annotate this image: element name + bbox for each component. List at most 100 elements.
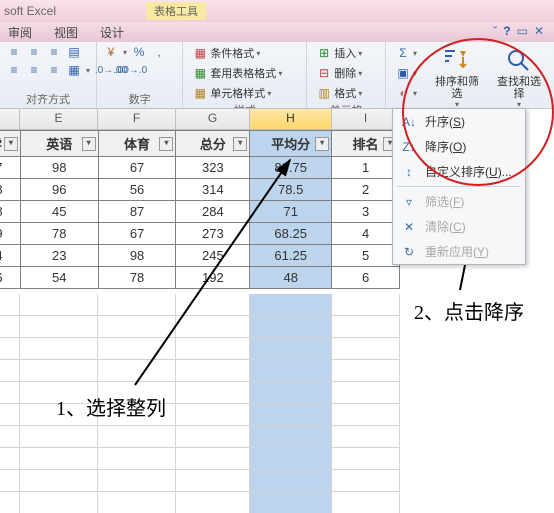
cell[interactable]: 284 xyxy=(176,201,250,223)
empty-cell[interactable] xyxy=(0,404,20,426)
cell[interactable]: 78.5 xyxy=(250,179,332,201)
cell[interactable]: 56 xyxy=(98,179,176,201)
empty-cell[interactable] xyxy=(98,426,176,448)
data-table[interactable]: 学▾英语▾体育▾总分▾平均分▾排名▾87986732380.7519896563… xyxy=(0,130,400,289)
empty-cell[interactable] xyxy=(98,294,176,316)
cell[interactable]: 87 xyxy=(0,157,20,179)
empty-cell[interactable] xyxy=(98,338,176,360)
empty-cell[interactable] xyxy=(250,316,332,338)
table-format-button[interactable]: ▦ 套用表格格式▾ xyxy=(189,64,300,82)
align-middle-icon[interactable]: ≡ xyxy=(26,44,42,60)
empty-cell[interactable] xyxy=(250,360,332,382)
empty-cell[interactable] xyxy=(98,448,176,470)
window-restore-icon[interactable]: ▭ xyxy=(517,24,528,38)
empty-cell[interactable] xyxy=(250,470,332,492)
column-header-i[interactable]: I xyxy=(332,109,400,129)
cell[interactable]: 245 xyxy=(176,245,250,267)
cell[interactable]: 34 xyxy=(0,245,20,267)
filter-dropdown-icon[interactable]: ▾ xyxy=(315,137,329,151)
spreadsheet[interactable]: DEFGHI 学▾英语▾体育▾总分▾平均分▾排名▾87986732380.751… xyxy=(0,108,400,289)
cell[interactable]: 68.25 xyxy=(250,223,332,245)
table-row[interactable]: 34239824561.255 xyxy=(0,245,400,267)
align-center-icon[interactable]: ≡ xyxy=(26,62,42,78)
empty-cell[interactable] xyxy=(176,294,250,316)
cell[interactable]: 98 xyxy=(98,245,176,267)
table-row[interactable]: 784587284713 xyxy=(0,201,400,223)
cell[interactable]: 67 xyxy=(98,223,176,245)
empty-cell[interactable] xyxy=(176,492,250,513)
menu-reapply[interactable]: ↻ 重新应用(Y) xyxy=(393,239,525,264)
filter-dropdown-icon[interactable]: ▾ xyxy=(82,137,96,151)
empty-cell[interactable] xyxy=(250,492,332,513)
tab-view[interactable]: 视图 xyxy=(54,24,78,41)
empty-cell[interactable] xyxy=(176,470,250,492)
cell[interactable]: 78 xyxy=(98,267,176,289)
menu-sort-asc[interactable]: A↓ 升序(S) xyxy=(393,109,525,134)
find-select-button[interactable]: 查找和选择 ▾ xyxy=(490,44,548,109)
empty-cell[interactable] xyxy=(332,382,400,404)
empty-cell[interactable] xyxy=(332,470,400,492)
column-header-d[interactable]: D xyxy=(0,109,20,129)
empty-cell[interactable] xyxy=(20,316,98,338)
empty-cell[interactable] xyxy=(332,448,400,470)
filter-dropdown-icon[interactable]: ▾ xyxy=(4,137,18,151)
cell[interactable]: 5 xyxy=(332,245,400,267)
empty-cell[interactable] xyxy=(250,294,332,316)
minimize-ribbon-icon[interactable]: ˇ xyxy=(493,24,497,38)
empty-cell[interactable] xyxy=(332,426,400,448)
cell[interactable]: 4 xyxy=(332,223,400,245)
menu-sort-custom[interactable]: ↕ 自定义排序(U)... xyxy=(393,159,525,184)
cell[interactable]: 6 xyxy=(332,267,400,289)
table-row[interactable]: 865478192486 xyxy=(0,267,400,289)
header-cell[interactable]: 英语▾ xyxy=(20,131,98,157)
empty-cell[interactable] xyxy=(20,492,98,513)
empty-cell[interactable] xyxy=(332,404,400,426)
clear-button[interactable]: ◐▾ xyxy=(392,84,420,102)
column-header-f[interactable]: F xyxy=(98,109,176,129)
cell[interactable]: 23 xyxy=(20,245,98,267)
sort-filter-button[interactable]: 排序和筛选 ▾ xyxy=(428,44,486,109)
help-icon[interactable]: ? xyxy=(503,24,510,38)
fill-button[interactable]: ▣▾ xyxy=(392,64,420,82)
empty-cell[interactable] xyxy=(332,294,400,316)
cell[interactable]: 96 xyxy=(20,179,98,201)
cell[interactable]: 2 xyxy=(332,179,400,201)
empty-cell[interactable] xyxy=(332,492,400,513)
cell[interactable]: 78 xyxy=(0,201,20,223)
cell[interactable]: 86 xyxy=(0,267,20,289)
align-top-icon[interactable]: ≡ xyxy=(6,44,22,60)
empty-cell[interactable] xyxy=(20,448,98,470)
empty-cell[interactable] xyxy=(0,338,20,360)
decrease-decimal-icon[interactable]: .00→.0 xyxy=(123,62,139,78)
empty-cell[interactable] xyxy=(176,338,250,360)
empty-cell[interactable] xyxy=(0,360,20,382)
empty-cell[interactable] xyxy=(0,382,20,404)
empty-cell[interactable] xyxy=(250,448,332,470)
empty-cell[interactable] xyxy=(250,338,332,360)
cell[interactable]: 98 xyxy=(0,179,20,201)
table-row[interactable]: 98965631478.52 xyxy=(0,179,400,201)
empty-cell[interactable] xyxy=(0,492,20,513)
empty-cell[interactable] xyxy=(250,404,332,426)
empty-cell[interactable] xyxy=(20,360,98,382)
delete-button[interactable]: ⊟ 删除▾ xyxy=(313,64,379,82)
cell[interactable]: 87 xyxy=(98,201,176,223)
empty-cell[interactable] xyxy=(176,360,250,382)
cell[interactable]: 273 xyxy=(176,223,250,245)
header-cell[interactable]: 体育▾ xyxy=(98,131,176,157)
column-headers[interactable]: DEFGHI xyxy=(0,108,400,130)
cell[interactable]: 192 xyxy=(176,267,250,289)
cell[interactable]: 71 xyxy=(250,201,332,223)
empty-cell[interactable] xyxy=(98,470,176,492)
empty-cell[interactable] xyxy=(250,426,332,448)
cell[interactable]: 45 xyxy=(20,201,98,223)
empty-cell[interactable] xyxy=(0,448,20,470)
cell[interactable]: 54 xyxy=(20,267,98,289)
align-bottom-icon[interactable]: ≡ xyxy=(46,44,62,60)
menu-filter[interactable]: ▿ 筛选(F) xyxy=(393,189,525,214)
empty-cell[interactable] xyxy=(176,426,250,448)
empty-cell[interactable] xyxy=(98,316,176,338)
cell-style-button[interactable]: ▦ 单元格样式▾ xyxy=(189,84,300,102)
empty-cell[interactable] xyxy=(0,294,20,316)
empty-cell[interactable] xyxy=(176,448,250,470)
